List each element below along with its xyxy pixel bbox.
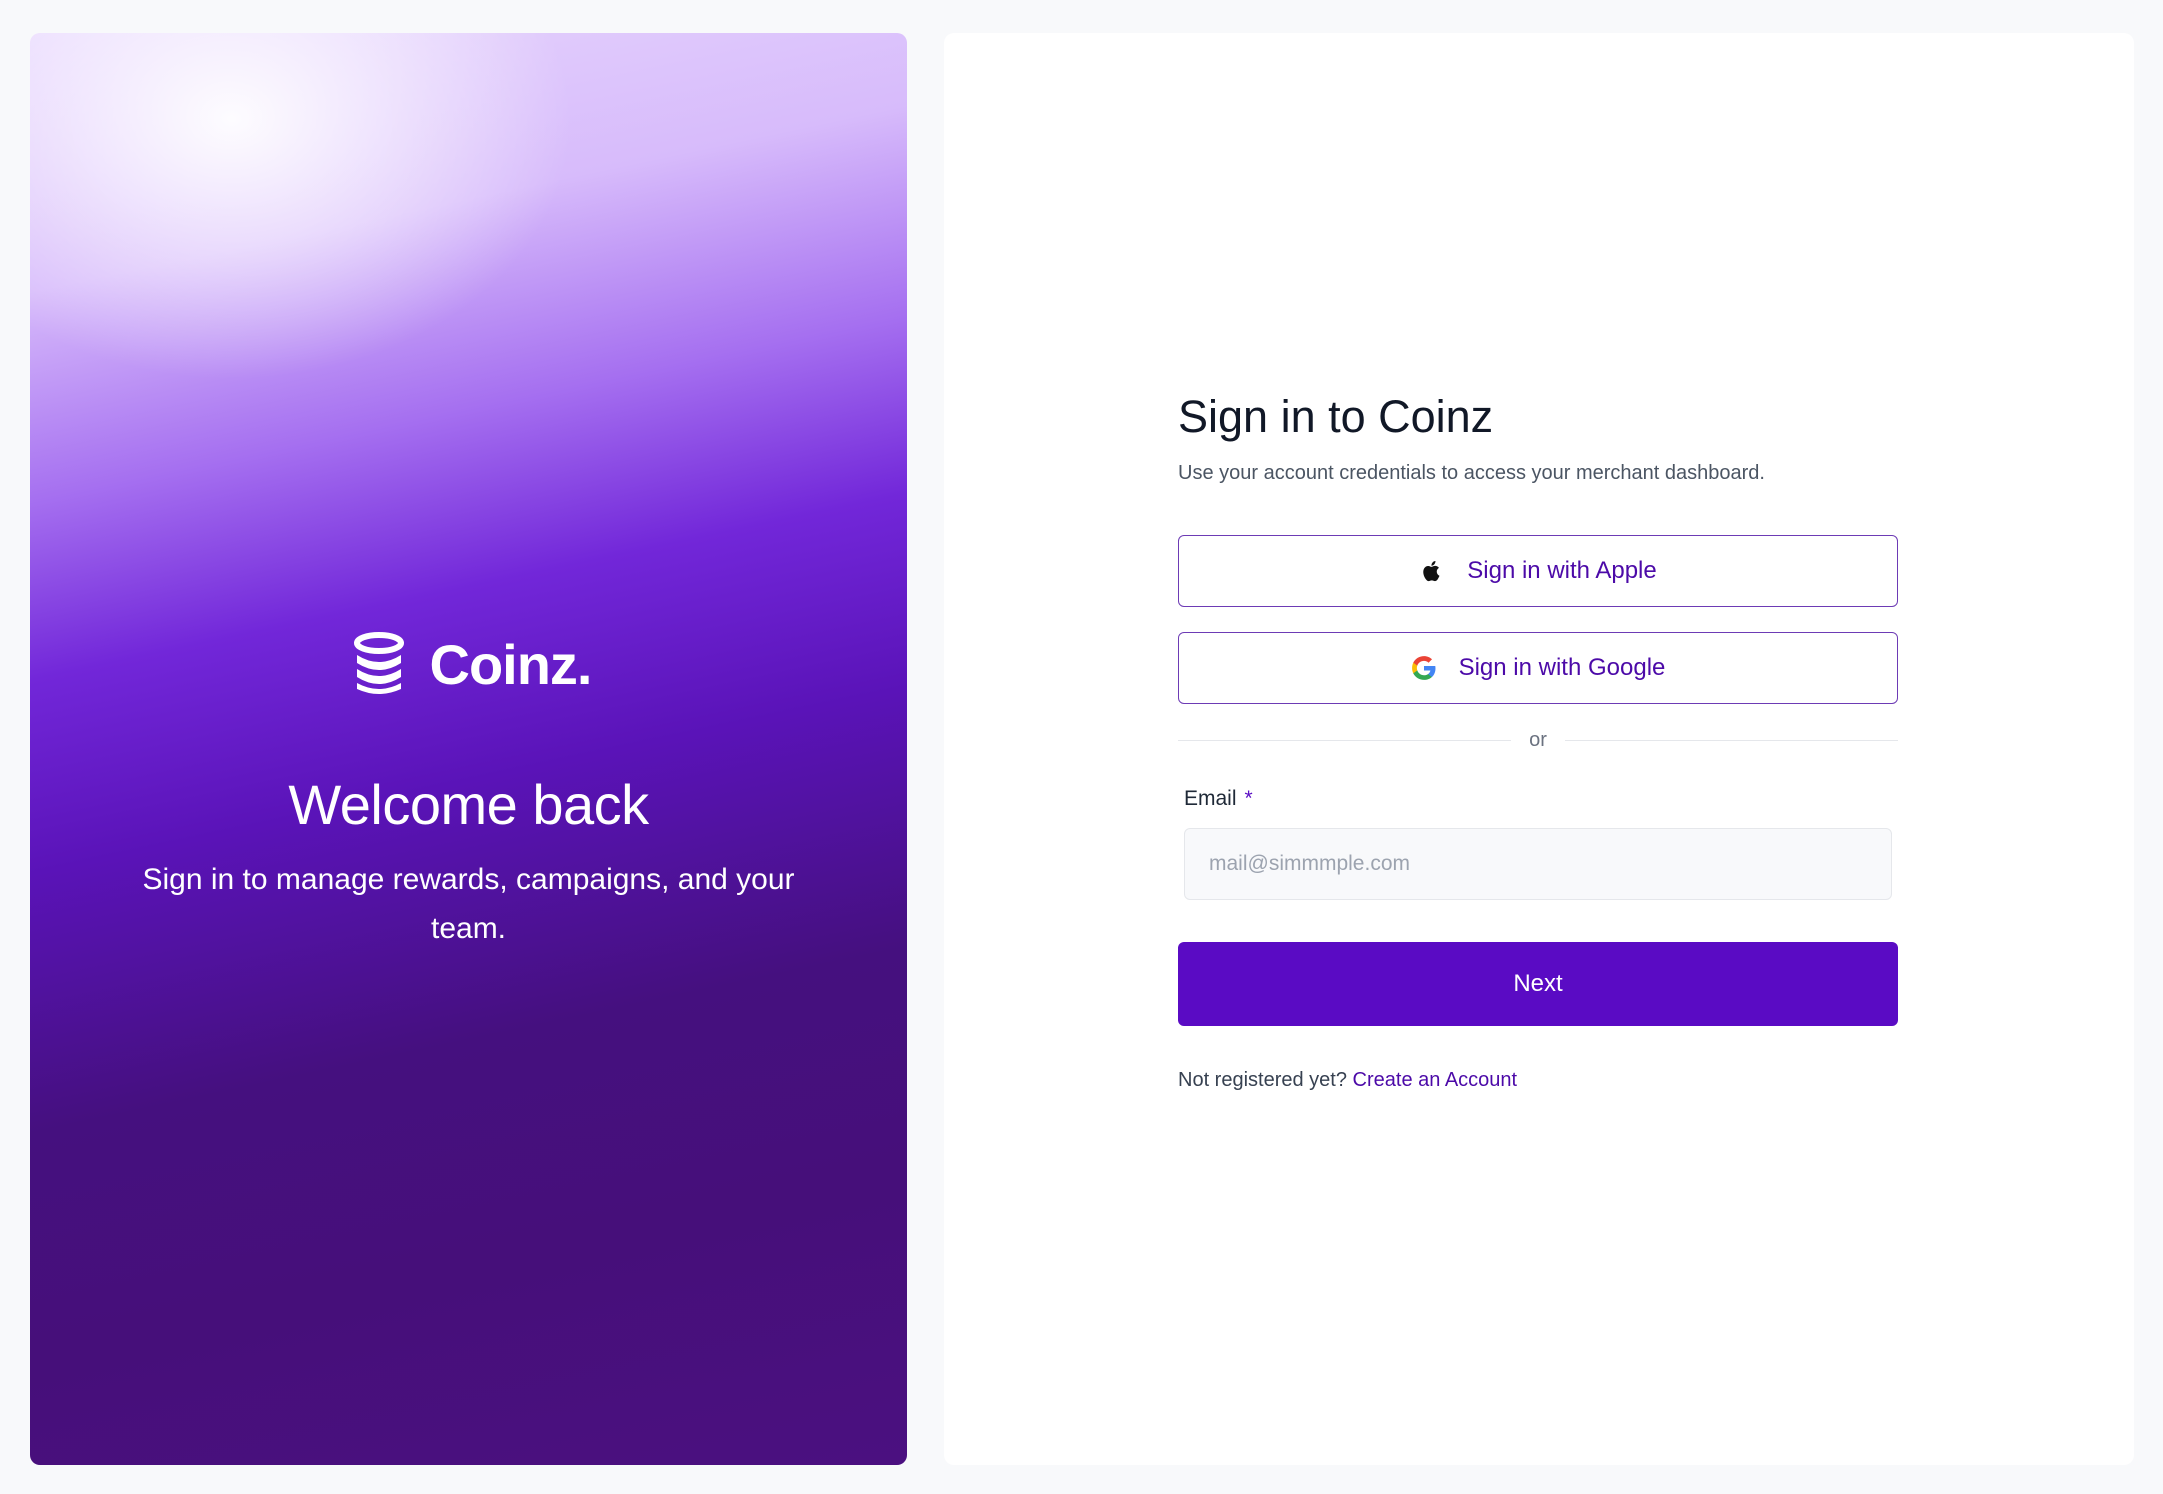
next-button[interactable]: Next	[1178, 942, 1898, 1026]
brand-logo: Coinz.	[346, 631, 592, 697]
register-prompt: Not registered yet? Create an Account	[1178, 1069, 1898, 1092]
or-divider: or	[1178, 729, 1899, 752]
sign-in-google-button[interactable]: Sign in with Google	[1178, 632, 1898, 704]
page-subtitle: Use your account credentials to access y…	[1178, 462, 1765, 484]
signin-form: Sign in to Coinz Use your account creden…	[1178, 390, 1899, 1092]
hero-content: Coinz. Welcome back Sign in to manage re…	[30, 631, 907, 953]
hero-title: Welcome back	[288, 773, 649, 836]
required-marker: *	[1244, 787, 1253, 810]
sign-in-apple-button[interactable]: Sign in with Apple	[1178, 535, 1898, 607]
sign-in-apple-label: Sign in with Apple	[1467, 557, 1657, 584]
sign-in-google-label: Sign in with Google	[1458, 654, 1666, 681]
hero-subtitle: Sign in to manage rewards, campaigns, an…	[142, 863, 795, 945]
apple-icon	[1419, 558, 1445, 584]
signin-panel: Sign in to Coinz Use your account creden…	[944, 33, 2134, 1465]
email-label-text: Email	[1184, 787, 1237, 810]
email-label: Email *	[1184, 787, 1898, 811]
divider-line-right	[1564, 740, 1899, 741]
email-input[interactable]	[1184, 828, 1892, 900]
coin-stack-icon	[353, 632, 404, 694]
hero-panel: Coinz. Welcome back Sign in to manage re…	[30, 33, 907, 1465]
page-title: Sign in to Coinz	[1178, 391, 1494, 442]
divider-text: or	[1529, 729, 1547, 751]
divider-line-left	[1178, 740, 1512, 741]
google-icon	[1411, 655, 1437, 681]
create-account-link[interactable]: Create an Account	[1353, 1069, 1518, 1091]
register-prompt-text: Not registered yet?	[1178, 1069, 1347, 1091]
brand-name: Coinz.	[429, 632, 593, 696]
